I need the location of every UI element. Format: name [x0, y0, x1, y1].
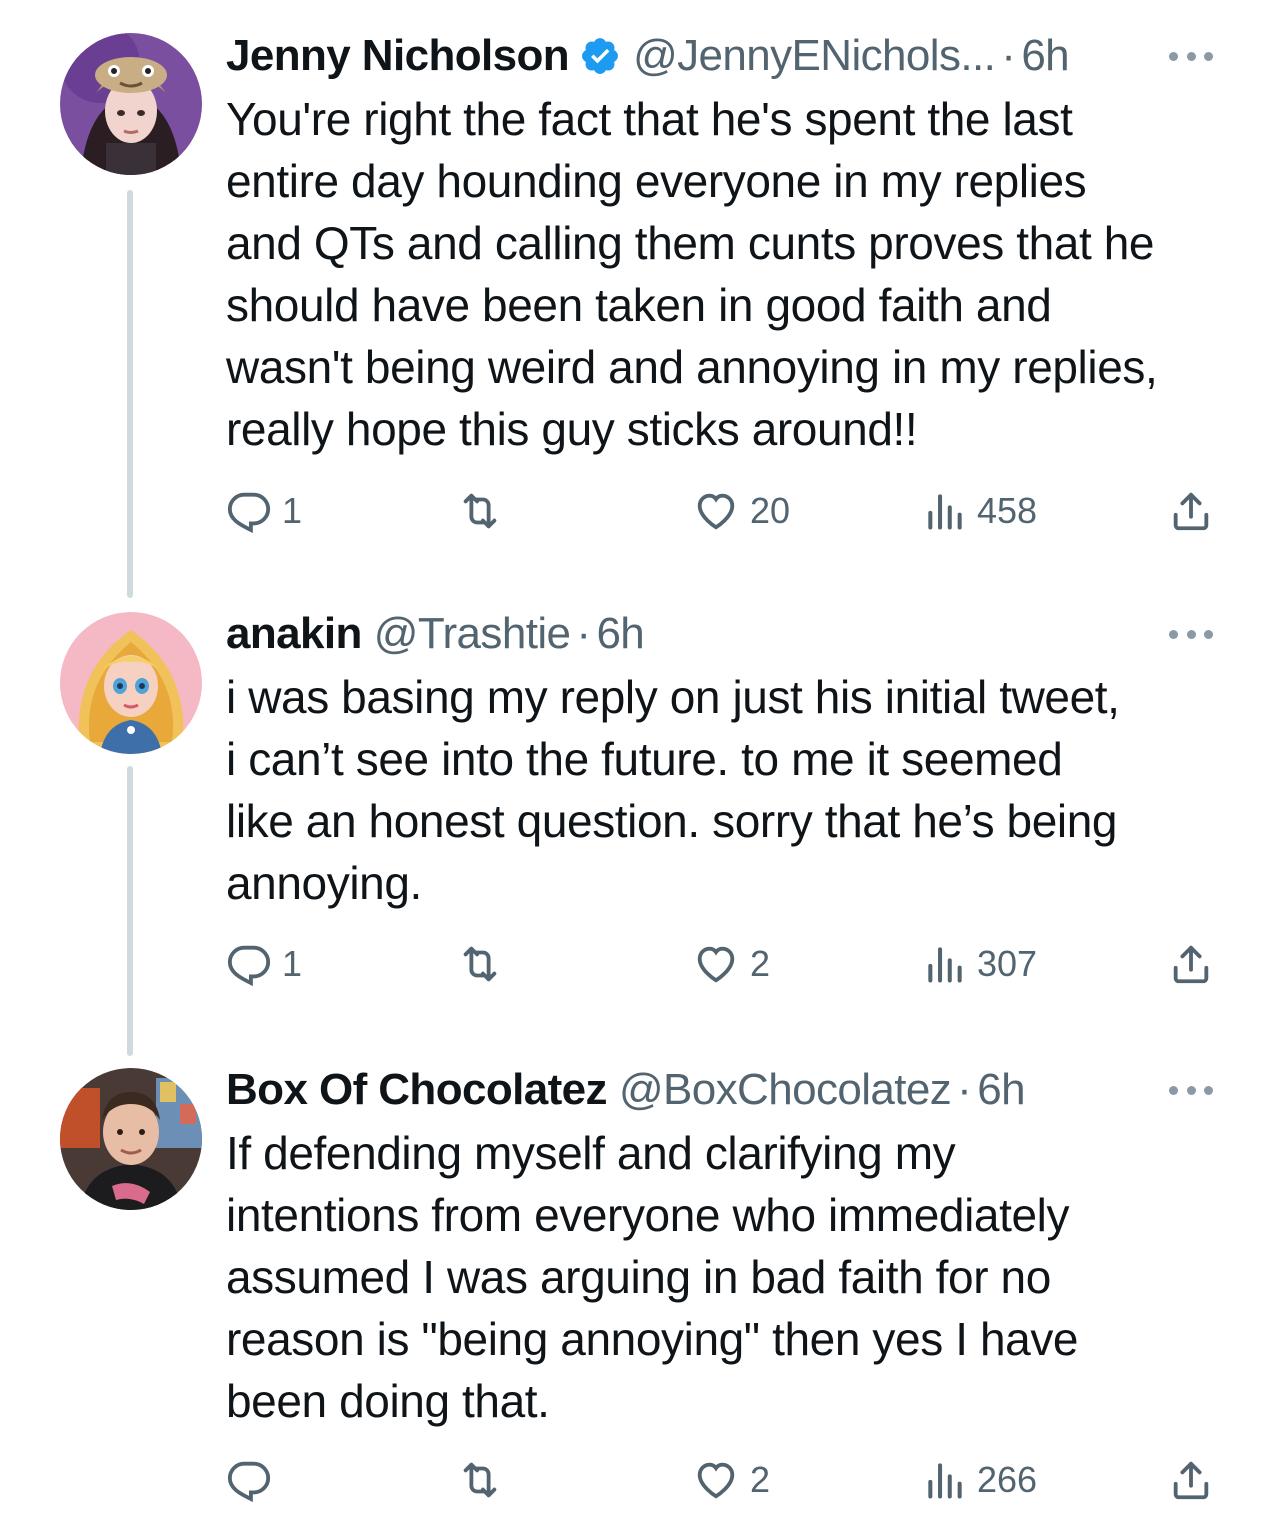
avatar-jenny-nicholson[interactable] — [60, 33, 202, 175]
reply-button[interactable]: 1 — [226, 485, 302, 537]
author-name[interactable]: anakin — [226, 609, 362, 659]
like-count: 2 — [750, 943, 771, 984]
avatar-box-of-chocolatez[interactable] — [60, 1068, 202, 1210]
avatar-anakin[interactable] — [60, 612, 202, 754]
reply-button[interactable]: 1 — [226, 938, 302, 990]
view-count: 458 — [977, 490, 1038, 531]
reply-count: 1 — [282, 490, 303, 531]
author-name[interactable]: Jenny Nicholson — [226, 31, 570, 81]
retweet-button[interactable] — [454, 485, 516, 537]
separator-dot: · — [576, 609, 591, 658]
share-button[interactable] — [1168, 1454, 1214, 1506]
retweet-button[interactable] — [454, 1454, 516, 1506]
heart-icon — [692, 941, 740, 987]
more-icon[interactable] — [1169, 630, 1213, 642]
tweet-actions: 1 20 458 — [226, 485, 1226, 537]
tweet-header: anakin @Trashtie · 6h — [226, 606, 1223, 662]
heart-icon — [692, 488, 740, 534]
like-button[interactable]: 2 — [692, 1454, 770, 1506]
like-count: 20 — [750, 490, 791, 531]
author-name[interactable]: Box Of Chocolatez — [226, 1065, 608, 1115]
reply-button[interactable] — [226, 1454, 282, 1506]
like-button[interactable]: 2 — [692, 938, 770, 990]
reply-icon — [226, 941, 272, 987]
thread-connector-line — [127, 766, 133, 1056]
tweet-timestamp[interactable]: 6h — [596, 609, 644, 659]
views-button[interactable]: 307 — [923, 938, 1037, 990]
tweet-box-of-chocolatez[interactable]: Box Of Chocolatez @BoxChocolatez · 6h If… — [0, 1060, 1283, 1533]
share-button[interactable] — [1168, 938, 1214, 990]
tweet-timestamp[interactable]: 6h — [977, 1065, 1025, 1115]
tweet-text: If defending myself and clarifying my in… — [226, 1127, 1079, 1427]
more-icon[interactable] — [1169, 52, 1213, 64]
retweet-icon — [454, 488, 506, 534]
views-button[interactable]: 458 — [923, 485, 1037, 537]
more-icon[interactable] — [1169, 1086, 1213, 1098]
share-icon — [1168, 1457, 1214, 1503]
share-button[interactable] — [1168, 485, 1214, 537]
tweet-timestamp[interactable]: 6h — [1021, 31, 1069, 81]
like-button[interactable]: 20 — [692, 485, 790, 537]
view-count: 266 — [977, 1459, 1038, 1500]
tweet-jenny-nicholson[interactable]: Jenny Nicholson @JennyENichols... · 6h Y… — [0, 0, 1283, 598]
reply-icon — [226, 1457, 272, 1503]
share-icon — [1168, 941, 1214, 987]
views-icon — [923, 489, 967, 533]
tweet-actions: 2 266 — [226, 1454, 1226, 1506]
retweet-button[interactable] — [454, 938, 516, 990]
tweet-header: Jenny Nicholson @JennyENichols... · 6h — [226, 28, 1223, 84]
separator-dot: · — [1001, 31, 1016, 80]
tweet-anakin[interactable]: anakin @Trashtie · 6h i was basing my re… — [0, 590, 1283, 1060]
views-icon — [923, 1458, 967, 1502]
author-handle[interactable]: @Trashtie — [374, 609, 571, 659]
views-button[interactable]: 266 — [923, 1454, 1037, 1506]
reply-thread: Jenny Nicholson @JennyENichols... · 6h Y… — [0, 0, 1283, 1533]
tweet-text: i was basing my reply on just his initia… — [226, 671, 1120, 909]
retweet-icon — [454, 941, 506, 987]
separator-dot: · — [957, 1065, 972, 1114]
verified-badge-icon — [579, 35, 621, 77]
tweet-header: Box Of Chocolatez @BoxChocolatez · 6h — [226, 1062, 1223, 1118]
views-icon — [923, 942, 967, 986]
author-handle[interactable]: @JennyENichols... — [633, 31, 996, 81]
reply-count: 1 — [282, 943, 303, 984]
thread-connector-line — [127, 190, 133, 598]
retweet-icon — [454, 1457, 506, 1503]
author-handle[interactable]: @BoxChocolatez — [619, 1065, 952, 1115]
tweet-actions: 1 2 307 — [226, 938, 1226, 990]
tweet-text: You're right the fact that he's spent th… — [226, 93, 1158, 455]
heart-icon — [692, 1457, 740, 1503]
share-icon — [1168, 488, 1214, 534]
reply-icon — [226, 488, 272, 534]
view-count: 307 — [977, 943, 1038, 984]
like-count: 2 — [750, 1459, 771, 1500]
